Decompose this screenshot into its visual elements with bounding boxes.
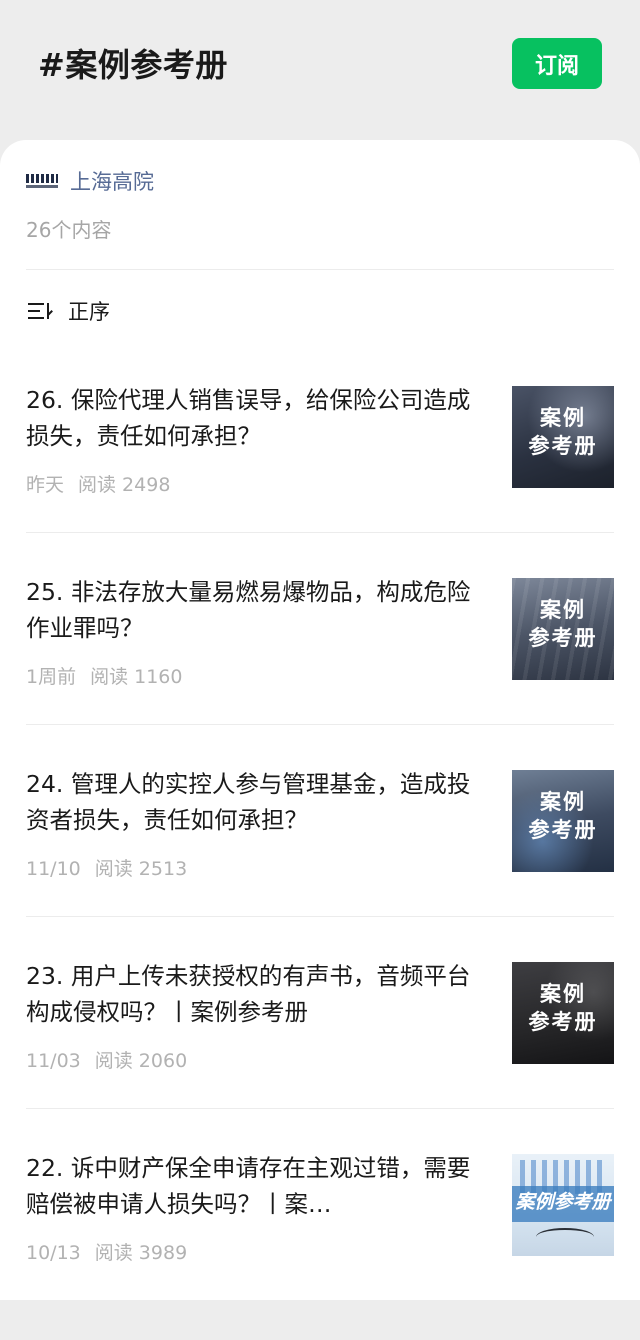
divider: [26, 269, 614, 270]
article-read-count: 阅读 2498: [78, 474, 171, 496]
article-read-count: 阅读 2513: [94, 858, 188, 880]
article-item[interactable]: 25. 非法存放大量易燃易爆物品，构成危险作业罪吗？ 1周前 阅读 1160 案例…: [26, 574, 614, 764]
divider: [26, 1108, 614, 1109]
top-header: #案例参考册 订阅: [0, 0, 640, 145]
account-logo-icon: [26, 170, 58, 192]
subscribe-button[interactable]: 订阅: [512, 38, 602, 89]
article-date: 昨天: [26, 474, 65, 496]
sort-label: 正序: [68, 300, 110, 324]
article-read-count: 阅读 1160: [90, 666, 183, 688]
thumb-text-line1: 案例: [540, 598, 586, 622]
article-thumbnail: 案例参考册: [512, 578, 614, 680]
article-date: 11/10: [26, 858, 81, 880]
thumb-text-line1: 案例: [540, 406, 586, 430]
article-title: 25. 非法存放大量易燃易爆物品，构成危险作业罪吗？: [26, 578, 471, 642]
page-title: #案例参考册: [38, 46, 228, 84]
account-row[interactable]: 上海高院: [26, 166, 154, 196]
article-date: 11/03: [26, 1050, 81, 1072]
divider: [26, 724, 614, 725]
article-item[interactable]: 22. 诉中财产保全申请存在主观过错，需要赔偿被申请人损失吗？丨案… 10/13…: [26, 1150, 614, 1340]
sort-toggle[interactable]: 正序: [26, 296, 110, 326]
content-card: 上海高院 26个内容 正序 26. 保险代理人销售误导，给保险公司造成损失，责任…: [0, 140, 640, 1300]
content-count: 26个内容: [26, 218, 112, 242]
thumb-text-line2: 参考册: [528, 434, 598, 458]
article-item[interactable]: 24. 管理人的实控人参与管理基金，造成投资者损失，责任如何承担？ 11/10 阅…: [26, 766, 614, 956]
article-meta: 10/13 阅读 3989: [26, 1238, 187, 1265]
article-meta: 昨天 阅读 2498: [26, 470, 170, 497]
glasses-icon: [536, 1228, 594, 1246]
article-thumbnail: 案例参考册: [512, 770, 614, 872]
article-read-count: 阅读 2060: [94, 1050, 188, 1072]
article-read-count: 阅读 3989: [94, 1242, 188, 1264]
article-thumbnail: 案例参考册: [512, 386, 614, 488]
article-title: 24. 管理人的实控人参与管理基金，造成投资者损失，责任如何承担？: [26, 770, 471, 834]
article-meta: 11/10 阅读 2513: [26, 854, 187, 881]
thumb-text-line1: 案例: [540, 790, 586, 814]
thumb-text-line2: 参考册: [528, 626, 598, 650]
article-date: 10/13: [26, 1242, 81, 1264]
sort-order-icon: [26, 300, 54, 322]
thumb-text-line2: 参考册: [528, 1010, 598, 1034]
divider: [26, 532, 614, 533]
thumb-text-line2: 参考册: [528, 818, 598, 842]
article-title: 26. 保险代理人销售误导，给保险公司造成损失，责任如何承担？: [26, 386, 471, 450]
article-meta: 1周前 阅读 1160: [26, 662, 183, 689]
article-item[interactable]: 26. 保险代理人销售误导，给保险公司造成损失，责任如何承担？ 昨天 阅读 249…: [26, 382, 614, 572]
article-title: 23. 用户上传未获授权的有声书，音频平台构成侵权吗？丨案例参考册: [26, 962, 471, 1026]
article-item[interactable]: 23. 用户上传未获授权的有声书，音频平台构成侵权吗？丨案例参考册 11/03 阅…: [26, 958, 614, 1148]
account-name[interactable]: 上海高院: [70, 166, 154, 196]
article-thumbnail: 案例参考册: [512, 962, 614, 1064]
thumb-text-line1: 案例参考册: [515, 1191, 611, 1213]
article-title: 22. 诉中财产保全申请存在主观过错，需要赔偿被申请人损失吗？丨案…: [26, 1154, 471, 1218]
article-meta: 11/03 阅读 2060: [26, 1046, 187, 1073]
divider: [26, 916, 614, 917]
article-date: 1周前: [26, 666, 77, 688]
article-thumbnail: 案例参考册: [512, 1154, 614, 1256]
thumb-text-line1: 案例: [540, 982, 586, 1006]
